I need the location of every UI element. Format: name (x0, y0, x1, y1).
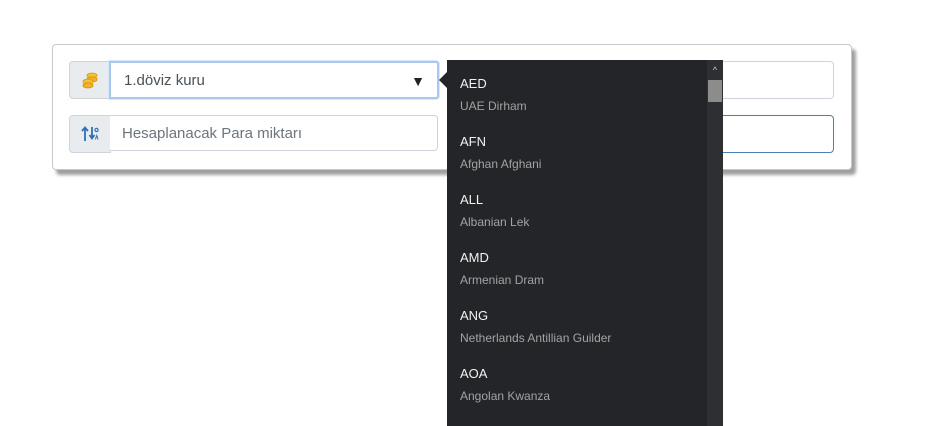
sort-icon (81, 126, 99, 141)
option-name: Albanian Lek (460, 215, 530, 229)
option-name: Angolan Kwanza (460, 389, 551, 403)
option-code: AOA (460, 366, 488, 381)
second-currency-field[interactable] (720, 61, 834, 99)
option-code: AFN (460, 134, 486, 149)
dropdown-scrollbar[interactable]: ^ (707, 60, 723, 426)
currency-option-aoa[interactable]: AOA Angolan Kwanza (460, 366, 550, 404)
result-field[interactable] (720, 115, 834, 153)
option-code: ALL (460, 192, 484, 207)
coins-icon (82, 72, 98, 89)
coins-addon (69, 61, 111, 99)
currency-option-all[interactable]: ALL Albanian Lek (460, 192, 529, 230)
option-name: Armenian Dram (460, 273, 545, 287)
sort-addon (69, 115, 111, 153)
amount-input[interactable] (110, 115, 438, 151)
option-name: Afghan Afghani (460, 157, 542, 171)
caret-down-icon: ▼ (411, 73, 425, 89)
currency-option-amd[interactable]: AMD Armenian Dram (460, 250, 544, 288)
currency-dropdown: AED UAE Dirham AFN Afghan Afghani ALL Al… (447, 60, 723, 426)
option-code: AMD (460, 250, 489, 265)
scroll-up-icon[interactable]: ^ (707, 64, 723, 76)
dropdown-pointer (439, 72, 447, 88)
option-name: Netherlands Antillian Guilder (460, 331, 612, 345)
currency-select[interactable]: 1.döviz kuru ▼ (109, 61, 439, 99)
currency-option-aed[interactable]: AED UAE Dirham (460, 76, 527, 114)
option-name: UAE Dirham (460, 99, 527, 113)
currency-option-ang[interactable]: ANG Netherlands Antillian Guilder (460, 308, 611, 346)
currency-select-value: 1.döviz kuru (124, 72, 205, 89)
currency-option-afn[interactable]: AFN Afghan Afghani (460, 134, 541, 172)
scroll-thumb[interactable] (708, 80, 722, 102)
option-code: ANG (460, 308, 489, 323)
option-code: AED (460, 76, 487, 91)
